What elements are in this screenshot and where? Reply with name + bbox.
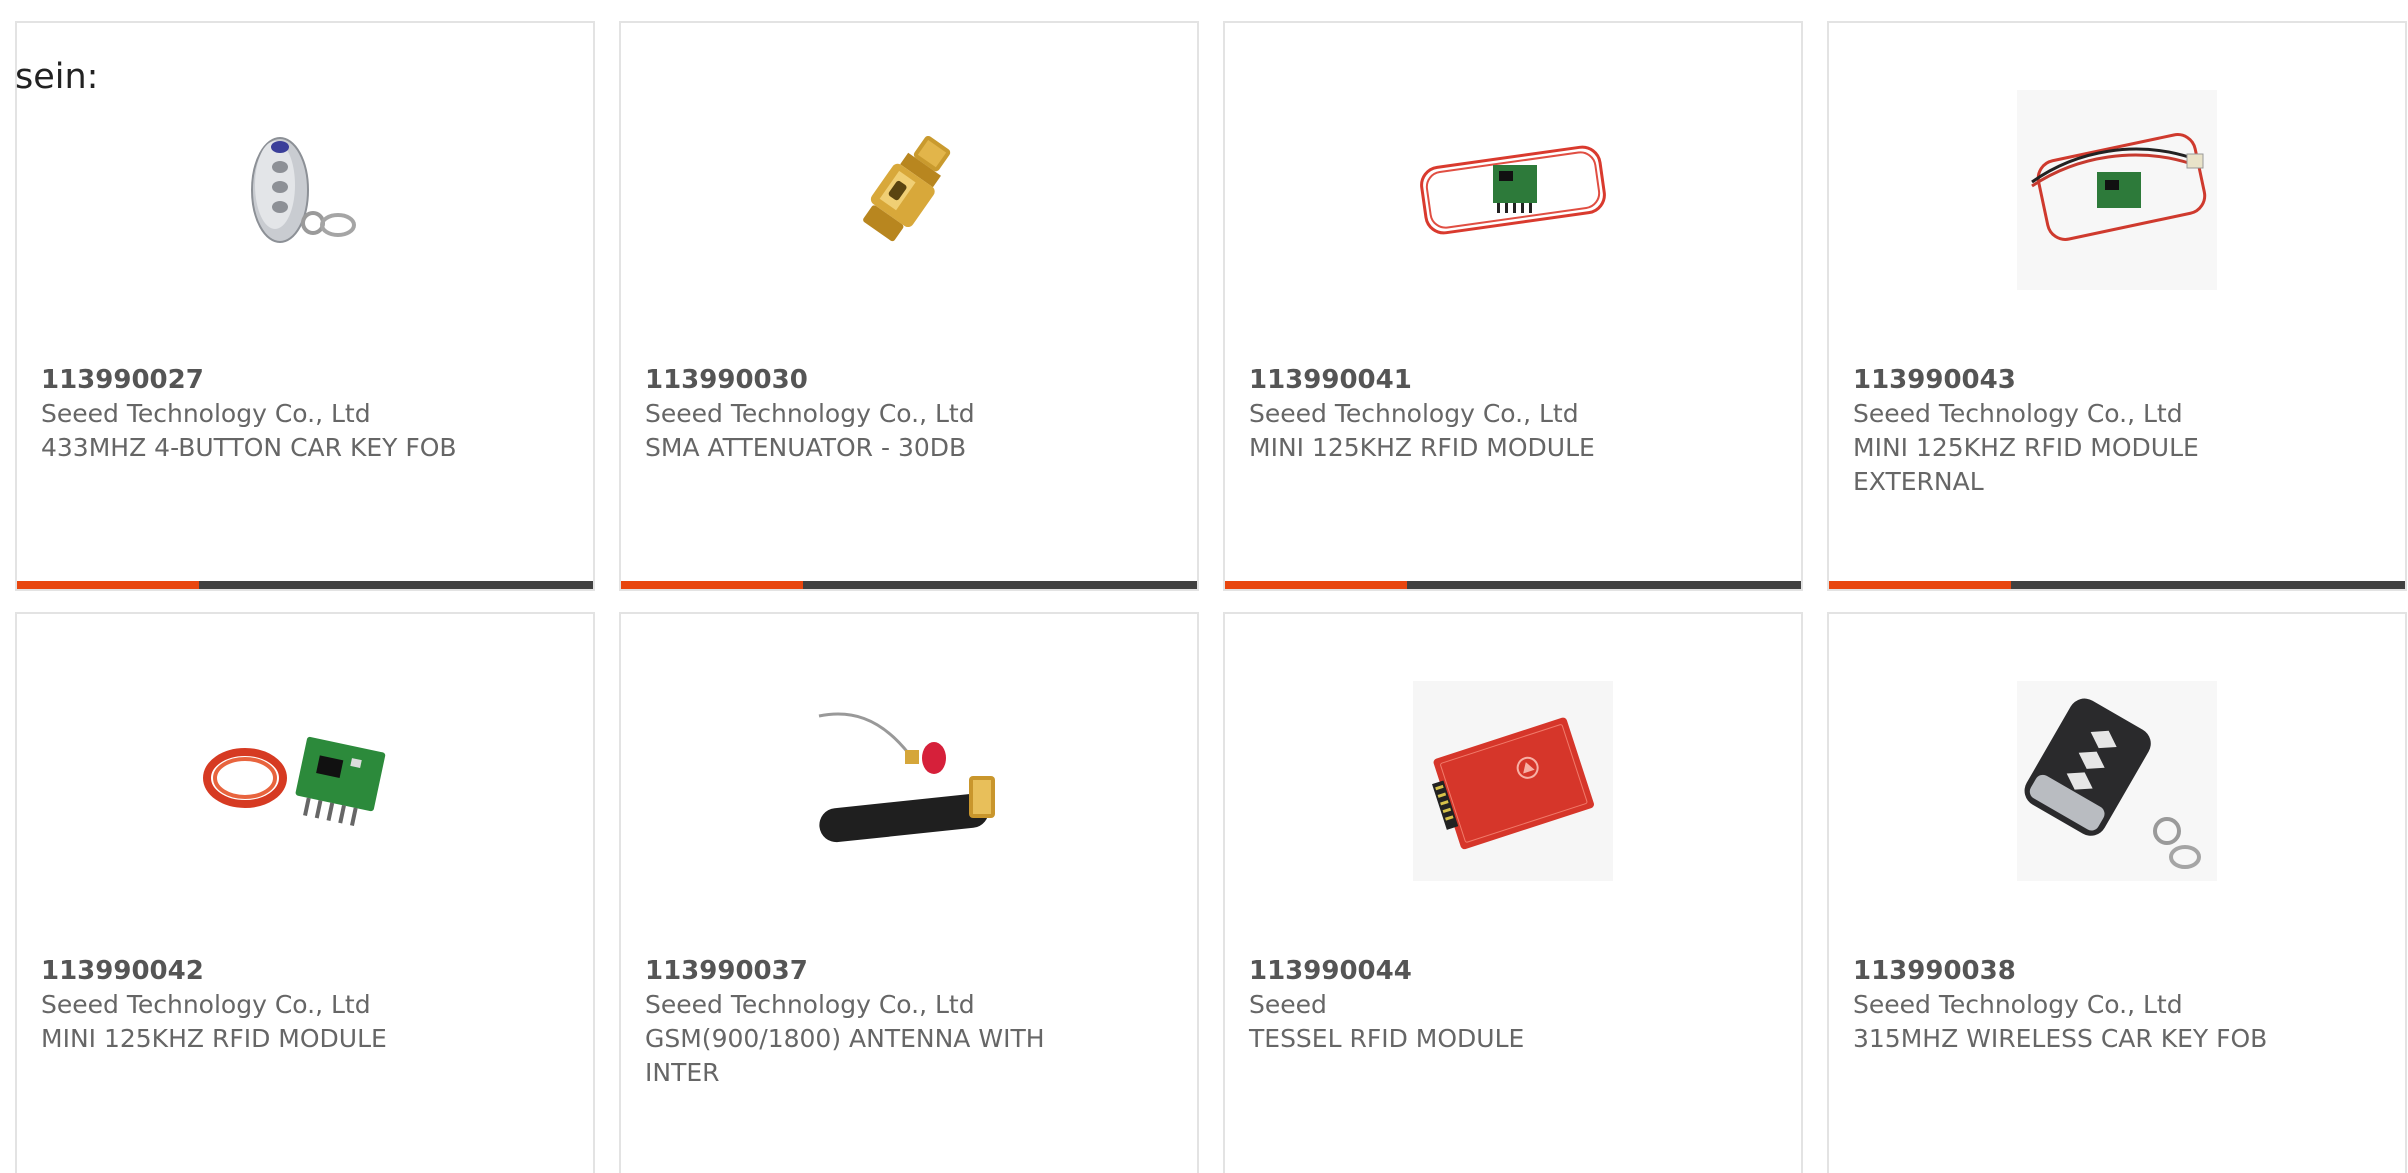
product-image[interactable] <box>17 85 593 295</box>
product-description: MINI 125KHZ RFID MODULE EXTERNAL <box>1853 433 2199 496</box>
rfid-module-coil-image <box>203 736 386 826</box>
gsm-antenna-image <box>818 712 995 843</box>
part-number[interactable]: 113990044 <box>1249 954 1777 988</box>
manufacturer: Seeed Technology Co., Ltd <box>41 990 371 1019</box>
manufacturer: Seeed Technology Co., Ltd <box>1853 399 2183 428</box>
part-number[interactable]: 113990030 <box>645 363 1173 397</box>
product-description: 315MHZ WIRELESS CAR KEY FOB <box>1853 1024 2268 1053</box>
card-footer-bar <box>1829 581 2405 589</box>
product-image[interactable] <box>621 85 1197 295</box>
product-image[interactable] <box>1829 85 2405 295</box>
car-key-fob-black-image <box>2017 681 2217 881</box>
manufacturer: Seeed Technology Co., Ltd <box>1249 399 1579 428</box>
product-image[interactable] <box>17 676 593 886</box>
product-listing-page: sein: 113990027 Seeed Technology Co., Lt… <box>0 0 2408 1173</box>
manufacturer: Seeed Technology Co., Ltd <box>41 399 371 428</box>
part-number[interactable]: 113990042 <box>41 954 569 988</box>
manufacturer: Seeed Technology Co., Ltd <box>645 990 975 1019</box>
product-card[interactable]: 113990030 Seeed Technology Co., Ltd SMA … <box>619 21 1199 591</box>
car-key-fob-silver-image <box>251 137 356 243</box>
product-card[interactable]: 113990044 Seeed TESSEL RFID MODULE <box>1223 612 1803 1173</box>
product-description: GSM(900/1800) ANTENNA WITH INTER <box>645 1024 1045 1087</box>
card-accent-bar <box>17 581 199 589</box>
product-card[interactable]: 113990038 Seeed Technology Co., Ltd 315M… <box>1827 612 2407 1173</box>
card-accent-bar <box>1829 581 2011 589</box>
product-card[interactable]: 113990042 Seeed Technology Co., Ltd MINI… <box>15 612 595 1173</box>
product-image[interactable] <box>1829 676 2405 886</box>
card-accent-bar <box>1225 581 1407 589</box>
product-description: SMA ATTENUATOR - 30DB <box>645 433 967 462</box>
product-image[interactable] <box>1225 85 1801 295</box>
product-grid: 113990027 Seeed Technology Co., Ltd 433M… <box>15 21 2407 1173</box>
tessel-rfid-board-image <box>1413 681 1613 881</box>
product-card[interactable]: 113990037 Seeed Technology Co., Ltd GSM(… <box>619 612 1199 1173</box>
manufacturer: Seeed <box>1249 990 1327 1019</box>
part-number[interactable]: 113990037 <box>645 954 1173 988</box>
product-card[interactable]: 113990043 Seeed Technology Co., Ltd MINI… <box>1827 21 2407 591</box>
rfid-module-external-antenna-image <box>2017 90 2217 290</box>
card-footer-bar <box>17 581 593 589</box>
manufacturer: Seeed Technology Co., Ltd <box>1853 990 2183 1019</box>
part-number[interactable]: 113990041 <box>1249 363 1777 397</box>
product-image[interactable] <box>621 676 1197 886</box>
product-description: 433MHZ 4-BUTTON CAR KEY FOB <box>41 433 457 462</box>
sma-attenuator-image <box>863 135 951 242</box>
manufacturer: Seeed Technology Co., Ltd <box>645 399 975 428</box>
card-footer-bar <box>621 581 1197 589</box>
part-number[interactable]: 113990027 <box>41 363 569 397</box>
product-description: MINI 125KHZ RFID MODULE <box>1249 433 1595 462</box>
card-accent-bar <box>621 581 803 589</box>
rfid-module-loop-antenna-image <box>1420 145 1606 235</box>
product-description: TESSEL RFID MODULE <box>1249 1024 1525 1053</box>
part-number[interactable]: 113990043 <box>1853 363 2381 397</box>
product-card[interactable]: 113990041 Seeed Technology Co., Ltd MINI… <box>1223 21 1803 591</box>
section-heading: sein: <box>15 57 99 97</box>
product-image[interactable] <box>1225 676 1801 886</box>
product-card[interactable]: 113990027 Seeed Technology Co., Ltd 433M… <box>15 21 595 591</box>
part-number[interactable]: 113990038 <box>1853 954 2381 988</box>
card-footer-bar <box>1225 581 1801 589</box>
product-description: MINI 125KHZ RFID MODULE <box>41 1024 387 1053</box>
